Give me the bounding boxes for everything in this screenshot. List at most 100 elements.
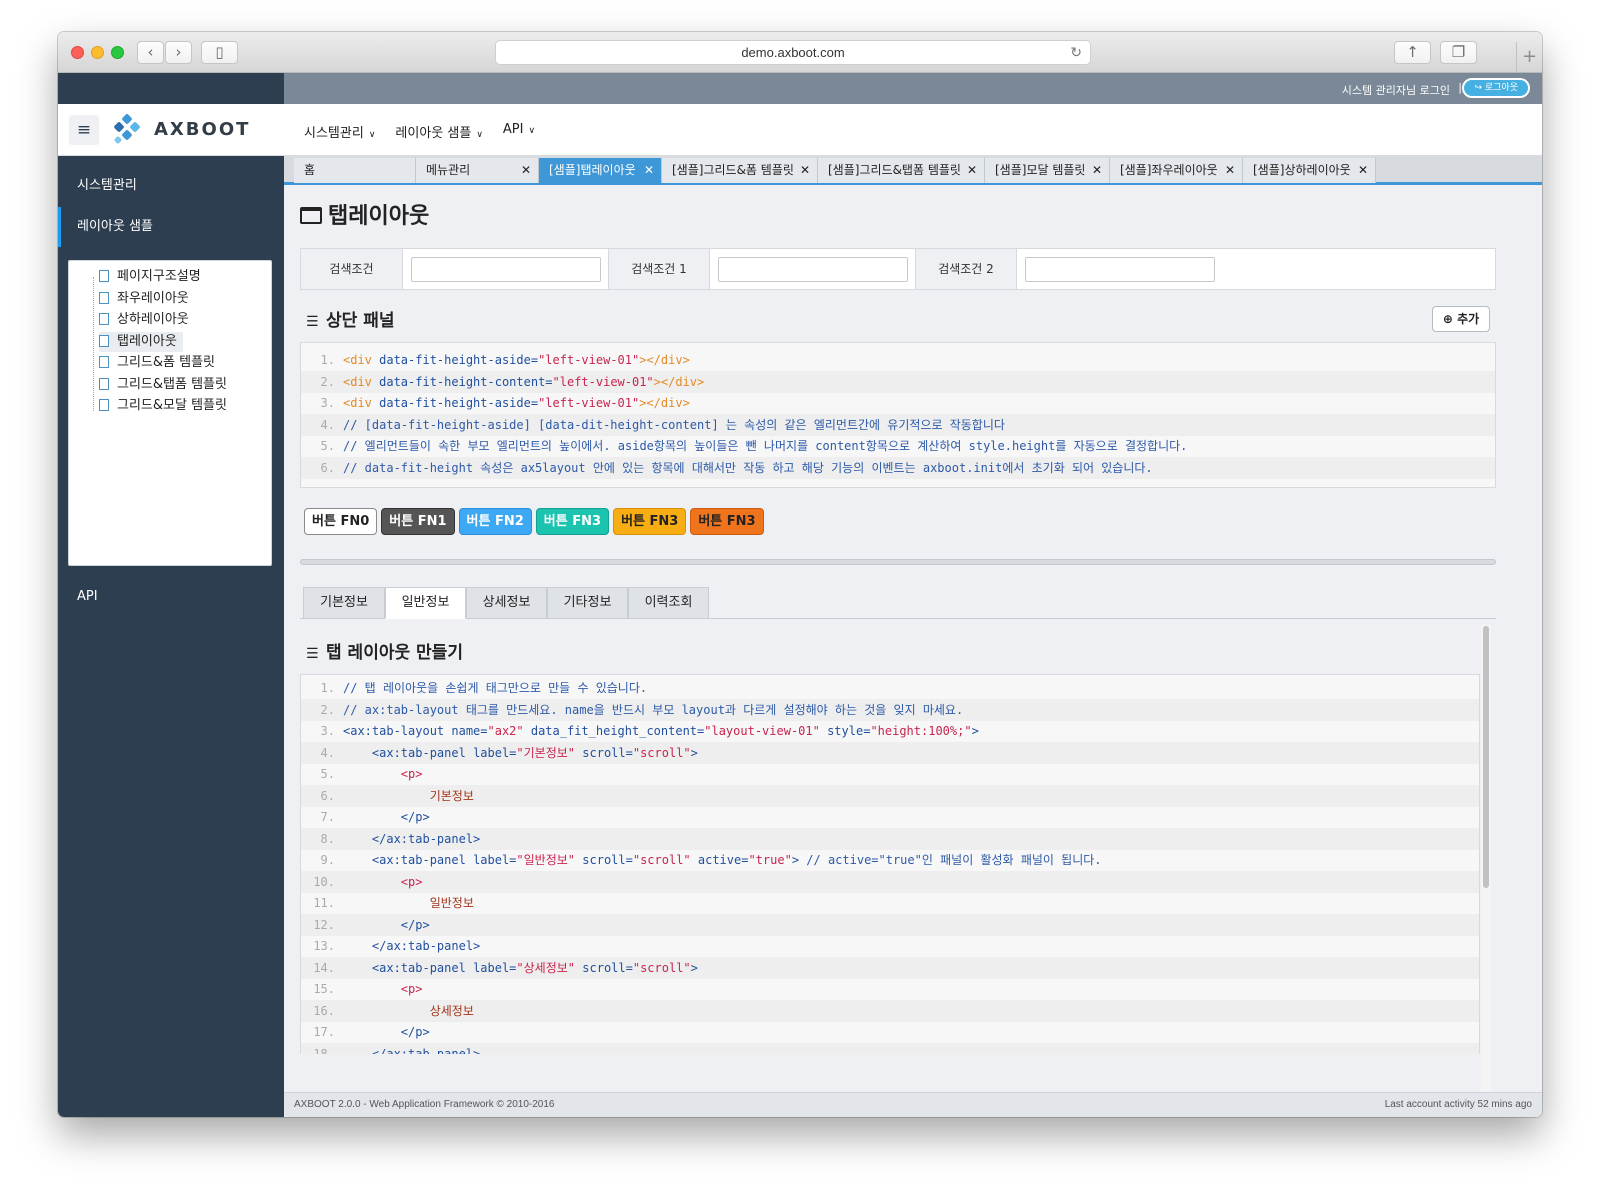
page-tab-home[interactable]: 홈 bbox=[294, 158, 416, 183]
close-icon[interactable]: ✕ bbox=[1092, 158, 1102, 182]
tree-item[interactable]: 그리드&모달 템플릿 bbox=[99, 396, 227, 416]
file-icon bbox=[99, 399, 109, 411]
logout-button[interactable]: ↪ 로그아웃 bbox=[1462, 78, 1530, 98]
tab-other-info[interactable]: 기타정보 bbox=[547, 587, 628, 619]
close-icon[interactable]: ✕ bbox=[1225, 158, 1235, 182]
sidebar-item-api[interactable]: API bbox=[58, 577, 284, 617]
page-tab-tab-layout[interactable]: [샘플]탭레이아웃 ✕ bbox=[539, 158, 662, 183]
fn-button-3[interactable]: 버튼 FN3 bbox=[535, 508, 610, 535]
code-token: "scroll" bbox=[632, 960, 691, 975]
code-line: 18. </ax:tab-panel> bbox=[301, 1042, 1479, 1054]
splitter-bar[interactable] bbox=[300, 559, 1496, 565]
new-tab-button[interactable]: + bbox=[1516, 42, 1542, 73]
line-number: 6. bbox=[320, 788, 335, 803]
window-icon bbox=[300, 207, 322, 224]
search-input-0[interactable] bbox=[411, 257, 601, 282]
file-icon bbox=[99, 335, 109, 347]
code-token: data-fit-height-content= bbox=[379, 374, 553, 389]
search-input-2[interactable] bbox=[1025, 257, 1215, 282]
line-number: 2. bbox=[320, 374, 335, 389]
sidebar-toggle-button[interactable]: ▯ bbox=[201, 41, 238, 64]
tree-item[interactable]: 그리드&탭폼 템플릿 bbox=[99, 375, 227, 395]
tree-item-label: 그리드&탭폼 템플릿 bbox=[117, 377, 227, 392]
tree-item-label: 그리드&폼 템플릿 bbox=[117, 355, 215, 370]
tab-history[interactable]: 이력조회 bbox=[628, 587, 709, 619]
add-button[interactable]: ⊕ 추가 bbox=[1432, 306, 1490, 332]
tree-item[interactable]: 상하레이아웃 bbox=[99, 310, 189, 330]
tree-item[interactable]: 좌우레이아웃 bbox=[99, 289, 189, 309]
address-bar[interactable]: demo.axboot.com ↻ bbox=[495, 40, 1091, 65]
main-area: 홈 메뉴관리 ✕ [샘플]탭레이아웃 ✕ [샘플]그리드&폼 템플릿 ✕ [샘플]그리… bbox=[284, 156, 1542, 1117]
tabs-overview-button[interactable]: ❐ bbox=[1440, 41, 1477, 64]
footer: AXBOOT 2.0.0 - Web Application Framework… bbox=[284, 1092, 1542, 1117]
fn-button-1[interactable]: 버튼 FN1 bbox=[381, 508, 455, 535]
sidebar-item-layout-samples[interactable]: 레이아웃 샘플 bbox=[58, 207, 284, 247]
code-token: 일반정보 bbox=[429, 896, 474, 910]
line-number: 12. bbox=[313, 917, 335, 932]
fn-button-5[interactable]: 버튼 FN3 bbox=[690, 508, 764, 535]
code-line: 11. 일반정보 bbox=[301, 892, 1479, 914]
page-content: 탭레이아웃 검색조건 검색조건 1 검색조건 2 ☰ 상단 패널 ⊕ 추가 1. <… bbox=[284, 186, 1542, 1094]
chevron-down-icon: ∨ bbox=[368, 130, 376, 140]
code-token: ></div> bbox=[639, 353, 690, 367]
top-menu-layout[interactable]: 레이아웃 샘플 ∨ bbox=[395, 122, 483, 141]
close-icon[interactable]: ✕ bbox=[967, 158, 977, 182]
page-tab-grid-tabform[interactable]: [샘플]그리드&탭폼 템플릿 ✕ bbox=[818, 158, 985, 183]
page-tab-modal[interactable]: [샘플]모달 템플릿 ✕ bbox=[985, 158, 1110, 183]
plus-circle-icon: ⊕ bbox=[1442, 312, 1458, 326]
tab-label: 기타정보 bbox=[563, 595, 612, 610]
page-tab-tb-layout[interactable]: [샘플]상하레이아웃 ✕ bbox=[1243, 158, 1376, 183]
code-token: <ax:tab-panel bbox=[371, 853, 474, 867]
close-icon[interactable]: ✕ bbox=[800, 158, 810, 182]
close-window-button[interactable] bbox=[71, 46, 84, 59]
tree-item-selected[interactable]: 탭레이아웃 bbox=[99, 332, 183, 352]
zoom-window-button[interactable] bbox=[111, 46, 124, 59]
fn-button-0[interactable]: 버튼 FN0 bbox=[304, 508, 378, 535]
share-button[interactable]: ↑ bbox=[1394, 41, 1431, 64]
fn-button-4[interactable]: 버튼 FN3 bbox=[613, 508, 687, 535]
page-tab-grid-form[interactable]: [샘플]그리드&폼 템플릿 ✕ bbox=[662, 158, 818, 183]
tree-item[interactable]: 그리드&폼 템플릿 bbox=[99, 353, 215, 373]
content-scrollbar[interactable] bbox=[1481, 624, 1491, 1094]
close-icon[interactable]: ✕ bbox=[1358, 158, 1368, 182]
scrollbar-thumb[interactable] bbox=[1483, 626, 1489, 888]
chevron-right-icon: › bbox=[175, 43, 182, 61]
forward-button[interactable]: › bbox=[165, 41, 192, 64]
tab-label: 기본정보 bbox=[320, 595, 368, 610]
sidebar: 시스템관리 레이아웃 샘플 페이지구조설명 좌우레이아웃 상하레이아웃 탭레이아… bbox=[58, 156, 284, 1117]
share-icon: ↑ bbox=[1406, 43, 1419, 61]
page-tab-label: 메뉴관리 bbox=[426, 163, 471, 177]
page-tab-menu[interactable]: 메뉴관리 ✕ bbox=[416, 158, 539, 183]
back-button[interactable]: ‹ bbox=[137, 41, 164, 64]
code-token: // 탭 레이아웃을 손쉽게 태그만으로 만들 수 있습니다. bbox=[343, 681, 648, 695]
close-icon[interactable]: ✕ bbox=[644, 158, 654, 182]
line-number: 14. bbox=[313, 960, 335, 975]
file-icon bbox=[99, 292, 109, 304]
sidebar-item-label: 레이아웃 샘플 bbox=[77, 219, 153, 234]
minimize-window-button[interactable] bbox=[91, 46, 104, 59]
top-menu-label: 레이아웃 샘플 bbox=[395, 126, 472, 141]
page-tab-lr-layout[interactable]: [샘플]좌우레이아웃 ✕ bbox=[1110, 158, 1243, 183]
search-label: 검색조건 bbox=[301, 249, 403, 289]
tab-basic-info[interactable]: 기본정보 bbox=[303, 587, 385, 619]
code-line: 1. // 탭 레이아웃을 손쉽게 태그만으로 만들 수 있습니다. bbox=[301, 677, 1479, 699]
close-icon[interactable]: ✕ bbox=[521, 158, 531, 182]
line-number: 11. bbox=[313, 896, 335, 910]
top-menu-system[interactable]: 시스템관리 ∨ bbox=[304, 122, 375, 141]
menu-toggle-button[interactable]: ≡ bbox=[69, 115, 99, 145]
reload-icon[interactable]: ↻ bbox=[1070, 41, 1082, 64]
tab-label: 이력조회 bbox=[644, 595, 693, 610]
code-token: <ax:tab-panel bbox=[371, 960, 474, 975]
browser-titlebar: ‹ › ▯ demo.axboot.com ↻ ↑ ❐ + bbox=[58, 32, 1542, 73]
top-menu-api[interactable]: API ∨ bbox=[503, 122, 535, 141]
tree-item[interactable]: 페이지구조설명 bbox=[99, 267, 201, 287]
fn-button-2[interactable]: 버튼 FN2 bbox=[458, 508, 532, 535]
tree-item-label: 상하레이아웃 bbox=[117, 312, 189, 327]
tab-general-info[interactable]: 일반정보 bbox=[385, 587, 466, 619]
search-input-1[interactable] bbox=[718, 257, 908, 282]
sidebar-item-system[interactable]: 시스템관리 bbox=[58, 166, 284, 206]
tab-detail-info[interactable]: 상세정보 bbox=[466, 587, 547, 619]
